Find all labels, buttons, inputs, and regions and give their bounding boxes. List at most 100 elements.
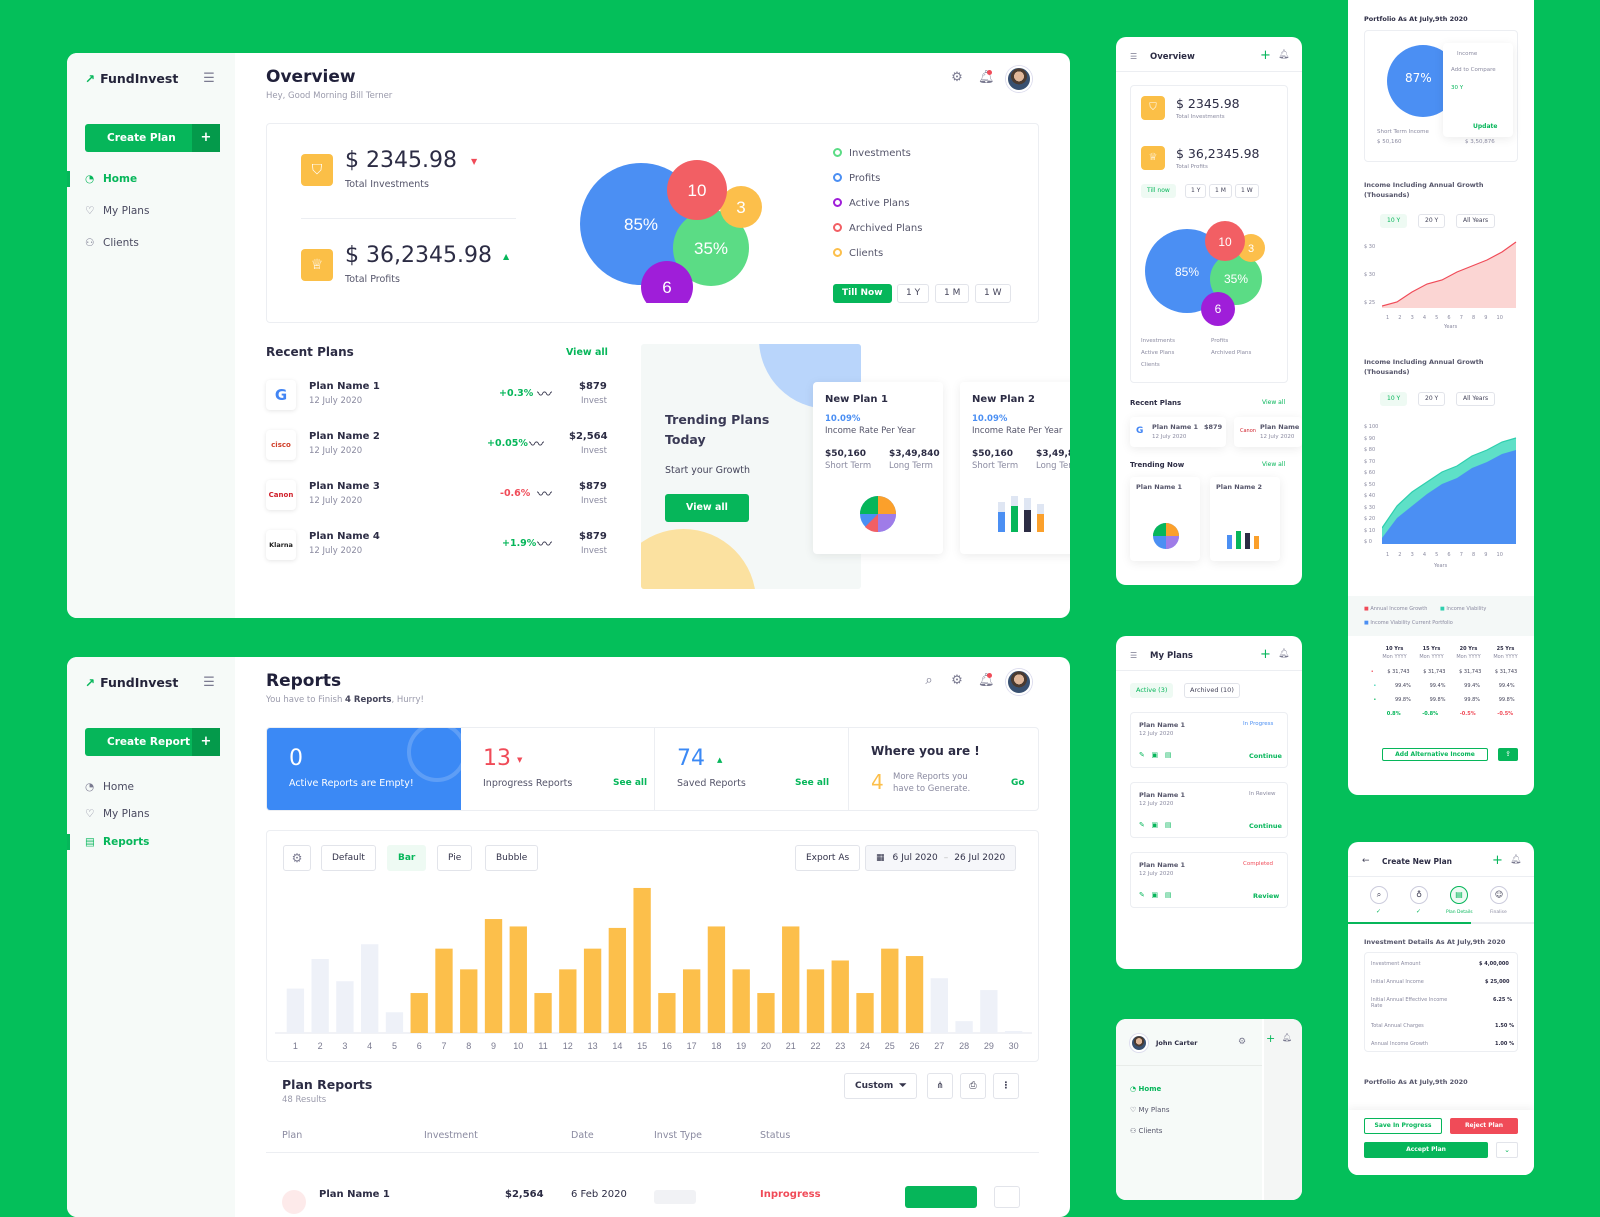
new-plan-card[interactable]: New Plan 2 10.09% Income Rate Per Year $…	[960, 382, 1070, 554]
menu-icon[interactable]: ☰	[1130, 52, 1137, 61]
tab-archived[interactable]: Archived (10)	[1184, 683, 1240, 698]
bell-icon[interactable]: 🔔︎	[1278, 50, 1289, 60]
menu-icon[interactable]: ☰	[1130, 651, 1137, 660]
menu-icon[interactable]: ☰	[202, 71, 216, 86]
period-1y[interactable]: 1 Y	[1185, 184, 1207, 198]
row-more-button[interactable]	[994, 1186, 1020, 1208]
gear-icon[interactable]: ⚙	[950, 70, 964, 85]
period-1y[interactable]: 1 Y	[897, 284, 930, 303]
view-all-link[interactable]: View all	[566, 347, 608, 358]
range-10y[interactable]: 10 Y	[1380, 214, 1408, 228]
reject-plan-button[interactable]: Reject Plan	[1450, 1118, 1518, 1134]
bar[interactable]	[682, 969, 701, 1033]
menu-icon[interactable]: ☰	[202, 675, 216, 690]
nav-home[interactable]: ◔ Home	[67, 171, 137, 187]
bar[interactable]	[286, 988, 305, 1033]
list-item[interactable]: Plan Name 1 12 July 2020 In Progress ✎ ▣…	[1130, 712, 1288, 768]
step-document-icon[interactable]: ▤	[1450, 886, 1468, 904]
bell-icon[interactable]: 🔔︎	[1510, 855, 1521, 865]
see-all-link[interactable]: See all	[795, 778, 829, 788]
range-all[interactable]: All Years	[1456, 392, 1496, 406]
custom-filter-button[interactable]: Custom ⏷	[844, 1073, 918, 1099]
bar[interactable]	[732, 969, 750, 1033]
tab-pie[interactable]: Pie	[437, 845, 473, 871]
bar[interactable]	[385, 1012, 404, 1033]
bar[interactable]	[410, 993, 428, 1033]
upload-icon[interactable]: ⇪	[1498, 748, 1518, 761]
row-action-button[interactable]	[905, 1186, 977, 1208]
bar[interactable]	[583, 948, 602, 1033]
bar[interactable]	[559, 969, 577, 1033]
bar[interactable]	[980, 990, 998, 1033]
range-all[interactable]: All Years	[1456, 214, 1496, 228]
mobile-plan-card[interactable]: Canon Plan Name 1 12 July 2020	[1234, 417, 1302, 447]
update-button[interactable]: Update	[1473, 123, 1497, 130]
nav-home[interactable]: ◔ Home	[85, 781, 134, 793]
nav-clients[interactable]: ⚇ Clients	[1130, 1127, 1162, 1135]
bar[interactable]	[509, 926, 527, 1033]
tab-bubble[interactable]: Bubble	[485, 845, 539, 871]
period-till-now[interactable]: Till Now	[833, 284, 892, 303]
avatar[interactable]	[1006, 669, 1032, 695]
range-10y[interactable]: 10 Y	[1380, 392, 1408, 406]
bar[interactable]	[361, 944, 379, 1033]
settings-icon[interactable]: ⚙	[283, 845, 311, 871]
plan-name[interactable]: Plan Name 1	[309, 381, 380, 392]
plus-icon[interactable]: +	[1492, 853, 1503, 868]
tab-default[interactable]: Default	[321, 845, 376, 871]
more-icon[interactable]: ⋮	[993, 1073, 1019, 1099]
avatar[interactable]	[1130, 1034, 1148, 1052]
create-report-button[interactable]: + Create Report	[85, 728, 220, 756]
nav-my-plans[interactable]: ♡ My Plans	[85, 808, 149, 820]
plan-action[interactable]: Continue	[1249, 822, 1282, 830]
period-till-now[interactable]: Till now	[1141, 184, 1176, 198]
mobile-trending-card[interactable]: Plan Name 1	[1130, 477, 1200, 561]
nav-clients[interactable]: ⚇ Clients	[85, 237, 139, 249]
bar[interactable]	[782, 926, 800, 1033]
bar[interactable]	[881, 948, 899, 1033]
mobile-trending-card[interactable]: Plan Name 2	[1210, 477, 1280, 561]
action-icons[interactable]: ✎ ▣ ▤	[1139, 821, 1171, 829]
bar[interactable]	[757, 993, 775, 1033]
view-all-link[interactable]: View all	[1262, 399, 1285, 406]
avatar[interactable]	[1006, 66, 1032, 92]
bar[interactable]	[633, 887, 651, 1033]
plan-action[interactable]: Continue	[1249, 752, 1282, 760]
list-item[interactable]: Plan Name 1 12 July 2020 Completed ✎ ▣ ▤…	[1130, 852, 1288, 908]
plus-icon[interactable]: +	[1260, 647, 1271, 662]
bar[interactable]	[930, 978, 948, 1033]
list-item[interactable]: Plan Name 1 12 July 2020 In Review ✎ ▣ ▤…	[1130, 782, 1288, 838]
export-button[interactable]: Export As	[795, 845, 861, 871]
gear-icon[interactable]: ⚙	[1238, 1037, 1246, 1047]
accept-plan-button[interactable]: Accept Plan	[1364, 1142, 1488, 1158]
period-1m[interactable]: 1 M	[935, 284, 970, 303]
range-20y[interactable]: 20 Y	[1418, 392, 1446, 406]
bar[interactable]	[608, 927, 627, 1033]
bar[interactable]	[905, 956, 924, 1033]
plan-action[interactable]: Review	[1253, 892, 1279, 900]
bar[interactable]	[534, 993, 552, 1033]
step-smile-icon[interactable]: ☺	[1490, 886, 1508, 904]
nav-my-plans[interactable]: ♡ My Plans	[1130, 1106, 1169, 1114]
see-all-link[interactable]: See all	[613, 778, 647, 788]
bar[interactable]	[707, 926, 726, 1033]
add-alternative-income-button[interactable]: Add Alternative Income	[1382, 748, 1488, 761]
bar[interactable]	[1004, 1031, 1023, 1033]
step-bag-icon[interactable]: ♁	[1410, 886, 1428, 904]
view-all-link[interactable]: View all	[1262, 461, 1285, 468]
bar[interactable]	[806, 969, 825, 1033]
bar[interactable]	[955, 1021, 973, 1033]
period-1w[interactable]: 1 W	[1235, 184, 1259, 198]
plan-name[interactable]: Plan Name 3	[309, 481, 380, 492]
bar[interactable]	[658, 993, 676, 1033]
nav-reports[interactable]: ▤ Reports	[67, 834, 149, 850]
plan-name[interactable]: Plan Name 4	[309, 531, 380, 542]
bar[interactable]	[336, 981, 354, 1033]
nav-home[interactable]: ◔ Home	[1130, 1085, 1161, 1093]
new-plan-card[interactable]: New Plan 1 10.09% Income Rate Per Year $…	[813, 382, 943, 554]
range-20y[interactable]: 20 Y	[1418, 214, 1446, 228]
plus-icon[interactable]: +	[1260, 48, 1271, 63]
search-icon[interactable]: ⌕	[922, 673, 936, 688]
share-icon[interactable]: ⋔	[927, 1073, 953, 1099]
bar[interactable]	[460, 969, 478, 1033]
